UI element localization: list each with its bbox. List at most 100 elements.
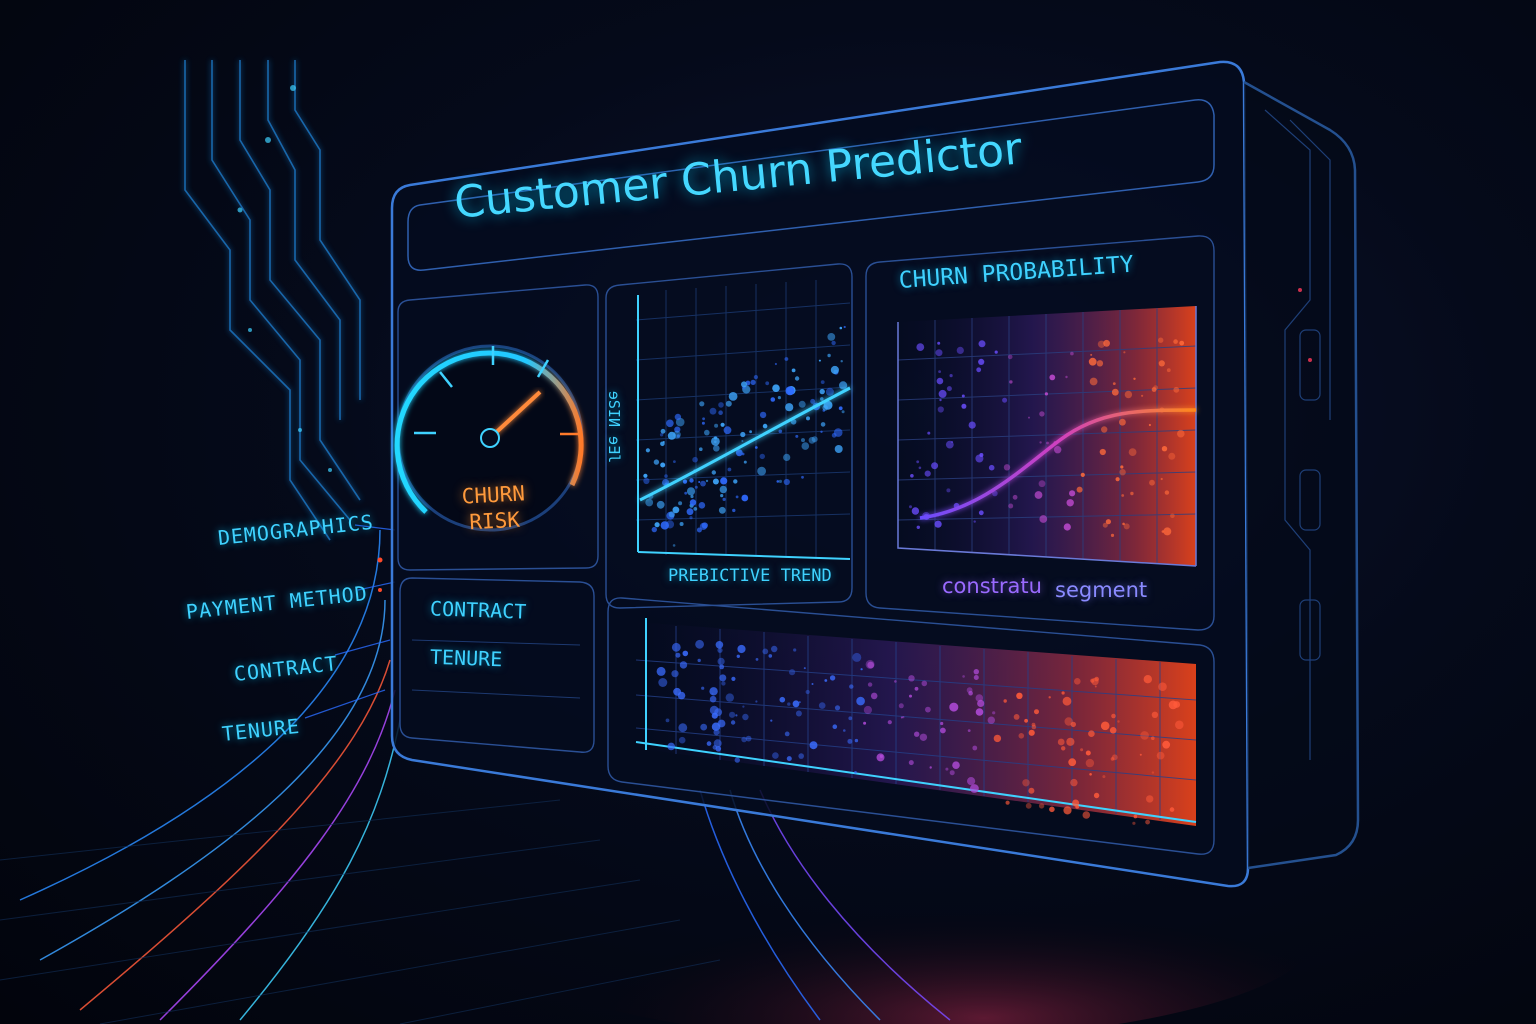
trend-point (714, 423, 719, 428)
heat-point (1022, 779, 1030, 787)
prob-point (1046, 441, 1049, 445)
trend-x-label: PREBICTIVE TREND (668, 566, 832, 586)
trend-point (686, 508, 694, 516)
probability-legend-2: segment (1055, 578, 1148, 602)
heat-point (734, 757, 740, 763)
heat-point (970, 784, 979, 793)
heat-point (717, 657, 725, 666)
trend-point (733, 479, 738, 484)
heat-point (967, 729, 971, 732)
trend-point (719, 485, 727, 494)
trend-point (678, 501, 683, 506)
trend-point (749, 430, 752, 434)
heat-point (929, 766, 932, 769)
heat-point (1156, 751, 1165, 760)
heat-point (870, 692, 878, 700)
heat-point (719, 674, 727, 682)
heat-point (1016, 692, 1023, 699)
heat-point (919, 733, 928, 741)
prob-point (973, 520, 976, 523)
prob-point (978, 510, 984, 516)
trend-point (656, 500, 665, 509)
prob-point (1003, 464, 1011, 471)
trend-point (791, 368, 796, 373)
prob-point (938, 370, 941, 373)
trend-point (820, 422, 826, 427)
heat-point (1100, 721, 1110, 731)
trend-point (754, 446, 758, 449)
trend-point (723, 426, 732, 435)
trend-point (778, 479, 783, 483)
trend-point (660, 462, 666, 468)
trend-point (660, 521, 669, 530)
trend-point (795, 434, 799, 438)
heat-point (854, 771, 857, 774)
trend-point (740, 431, 746, 438)
heat-point (736, 654, 740, 658)
trend-point (662, 441, 665, 443)
prob-point (909, 505, 912, 509)
prob-point (1002, 397, 1008, 403)
trend-point (843, 325, 846, 329)
prob-point (1090, 353, 1093, 356)
heat-point (854, 738, 859, 743)
prob-point (1133, 377, 1136, 380)
heat-point (1005, 800, 1010, 805)
trend-point (741, 494, 749, 502)
prob-point (1102, 522, 1108, 528)
trend-point (798, 400, 806, 408)
heat-point (1082, 811, 1091, 819)
heat-point (771, 645, 778, 653)
trend-point (818, 359, 821, 362)
heat-point (993, 734, 1002, 743)
trend-point (698, 502, 706, 509)
heat-point (879, 754, 884, 759)
heat-point (1158, 682, 1167, 691)
trend-point (704, 429, 710, 436)
heat-point (967, 777, 976, 786)
trend-point (692, 456, 698, 463)
trend-point (659, 433, 664, 437)
heat-point (1140, 731, 1149, 740)
heat-point (908, 675, 915, 682)
heat-point (787, 702, 791, 706)
prob-point (1039, 411, 1045, 417)
trend-point (718, 506, 726, 514)
circuit-traces (184, 60, 361, 541)
trend-point (689, 499, 697, 506)
trend-point (741, 381, 747, 388)
heat-point (667, 742, 675, 751)
prob-point (1122, 522, 1125, 526)
heat-point (784, 731, 790, 737)
trend-point (840, 360, 843, 363)
heat-point (829, 675, 836, 681)
trend-point (783, 453, 791, 461)
heat-point (1102, 775, 1106, 779)
prob-point (1160, 477, 1163, 481)
trend-point (831, 340, 836, 346)
heat-point (1066, 737, 1075, 746)
heat-point (1068, 758, 1077, 767)
gauge-label-line1: CHURN (461, 481, 526, 509)
heat-point (987, 716, 995, 724)
trend-point (643, 477, 650, 485)
trend-point (711, 470, 716, 475)
prob-point (1158, 360, 1165, 367)
heat-point (1034, 709, 1039, 715)
heat-point (1085, 750, 1091, 756)
heat-point (914, 731, 920, 737)
heat-point (1139, 753, 1142, 756)
prob-point (1148, 423, 1151, 427)
prob-point (916, 525, 920, 529)
heat-point (1028, 787, 1035, 794)
prob-point (978, 340, 986, 348)
prob-point (1054, 446, 1062, 454)
trend-point (727, 467, 732, 472)
trend-point (689, 478, 694, 483)
heat-point (755, 700, 758, 703)
heat-point (1075, 805, 1080, 809)
heat-point (824, 679, 828, 682)
trend-point (770, 397, 776, 402)
trend-point (672, 544, 676, 547)
prob-point (938, 389, 947, 398)
